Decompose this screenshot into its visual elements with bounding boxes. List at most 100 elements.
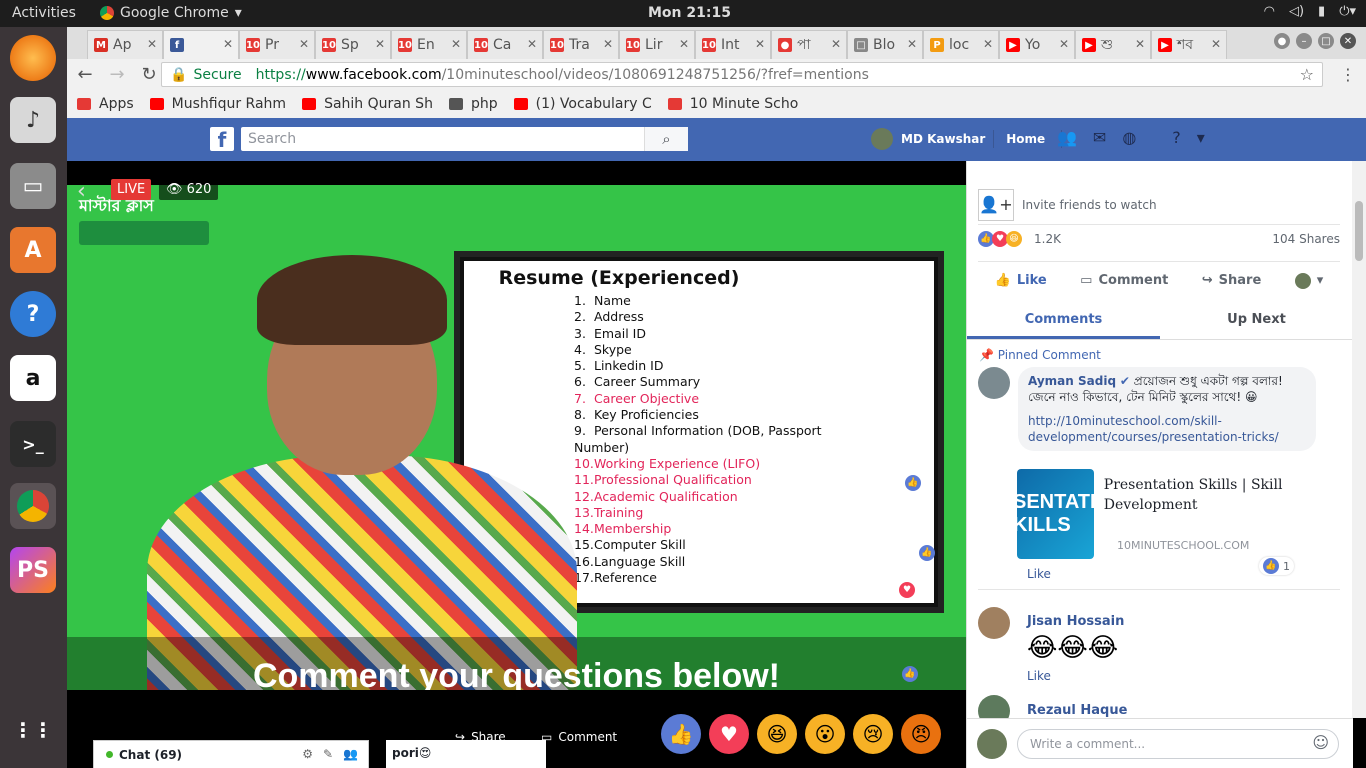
- help-icon[interactable]: ?: [10, 291, 56, 337]
- software-center-icon[interactable]: A: [10, 227, 56, 273]
- omnibox[interactable]: 🔒 Secure https:// www.facebook.com /10mi…: [161, 62, 1323, 87]
- tab-close-icon[interactable]: ✕: [1211, 37, 1221, 51]
- search-input[interactable]: Search: [241, 127, 688, 151]
- browser-tab[interactable]: ▶ Yo ✕: [999, 30, 1075, 59]
- browser-tab[interactable]: 10 Ca ✕: [467, 30, 543, 59]
- amazon-icon[interactable]: a: [10, 355, 56, 401]
- bookmark-item[interactable]: Sahih Quran Sh: [302, 96, 433, 112]
- add-friend-icon[interactable]: 👤+: [978, 188, 1014, 221]
- user-profile-link[interactable]: MD Kawshar Home: [871, 128, 1063, 150]
- forward-icon[interactable]: →: [103, 64, 131, 85]
- like-reaction-icon[interactable]: 👍: [661, 714, 701, 754]
- home-link[interactable]: Home: [1006, 132, 1045, 146]
- post-as-selector[interactable]: ▾: [1294, 272, 1323, 289]
- system-tray[interactable]: ◠ ◁) ▮ ⏻▾: [1264, 4, 1356, 19]
- minimize-icon[interactable]: –: [1296, 33, 1312, 49]
- commenter-name[interactable]: Jisan Hossain: [1027, 614, 1124, 629]
- show-apps-icon[interactable]: ⋮⋮: [10, 707, 56, 753]
- browser-tab[interactable]: ▶ শব ✕: [1151, 30, 1227, 59]
- bookmark-star-icon[interactable]: ☆: [1300, 65, 1314, 84]
- bookmark-item[interactable]: php: [448, 96, 498, 112]
- browser-tab[interactable]: f ✕: [163, 30, 239, 59]
- emoji-icon[interactable]: ☺: [1312, 733, 1329, 752]
- tab-close-icon[interactable]: ✕: [755, 37, 765, 51]
- commenter-name[interactable]: Ayman Sadiq: [1028, 374, 1116, 388]
- tab-up-next[interactable]: Up Next: [1160, 302, 1353, 339]
- rhythmbox-icon[interactable]: ♪: [10, 97, 56, 143]
- tab-close-icon[interactable]: ✕: [983, 37, 993, 51]
- firefox-icon[interactable]: [10, 35, 56, 81]
- close-icon[interactable]: ✕: [1340, 33, 1356, 49]
- browser-tab[interactable]: ● পা ✕: [771, 30, 847, 59]
- angry-reaction-icon[interactable]: 😠: [901, 714, 941, 754]
- tab-close-icon[interactable]: ✕: [603, 37, 613, 51]
- chat-bar[interactable]: Chat (69) ⚙ ✎ 👥: [93, 740, 369, 768]
- tab-close-icon[interactable]: ✕: [527, 37, 537, 51]
- tab-close-icon[interactable]: ✕: [375, 37, 385, 51]
- tab-close-icon[interactable]: ✕: [223, 37, 233, 51]
- new-tab-button[interactable]: [1227, 30, 1263, 59]
- invite-row[interactable]: 👤+ Invite friends to watch: [978, 185, 1340, 225]
- tab-comments[interactable]: Comments: [967, 302, 1160, 339]
- video-player[interactable]: Resume (Experienced) 1. Name 2. Address 3. Em…: [67, 161, 966, 768]
- comment-link[interactable]: http://10minuteschool.com/skill-developm…: [1028, 414, 1279, 444]
- terminal-icon[interactable]: >_: [10, 421, 56, 467]
- tab-close-icon[interactable]: ✕: [679, 37, 689, 51]
- bookmark-item[interactable]: (1) Vocabulary C: [513, 96, 652, 112]
- chat-tab-pori[interactable]: pori😍: [386, 740, 546, 768]
- browser-tab[interactable]: 10 Tra ✕: [543, 30, 619, 59]
- gear-icon[interactable]: ⚙: [302, 747, 313, 761]
- share-count[interactable]: 104 Shares: [1272, 232, 1340, 246]
- facebook-logo-icon[interactable]: f: [210, 127, 234, 152]
- tab-close-icon[interactable]: ✕: [299, 37, 309, 51]
- messenger-icon[interactable]: ✉: [1093, 128, 1106, 147]
- browser-tab[interactable]: Ploc ✕: [923, 30, 999, 59]
- comment-like-link[interactable]: Like: [1027, 567, 1051, 581]
- chrome-dock-icon[interactable]: [10, 483, 56, 529]
- tab-close-icon[interactable]: ✕: [451, 37, 461, 51]
- write-comment-input[interactable]: Write a comment...: [1017, 729, 1339, 759]
- scrollbar-thumb[interactable]: [1355, 201, 1363, 261]
- avatar[interactable]: [978, 367, 1010, 399]
- love-reaction-icon[interactable]: ♥: [709, 714, 749, 754]
- friend-requests-icon[interactable]: 👥: [1057, 128, 1077, 147]
- browser-tab[interactable]: M Ap ✕: [87, 30, 163, 59]
- tab-close-icon[interactable]: ✕: [1135, 37, 1145, 51]
- app-menu[interactable]: Google Chrome ▾: [100, 5, 242, 21]
- like-button[interactable]: 👍 Like: [995, 273, 1047, 288]
- browser-tab[interactable]: 10 Lir ✕: [619, 30, 695, 59]
- avatar[interactable]: [978, 607, 1010, 639]
- share-action-button[interactable]: ↪ Share: [1202, 273, 1262, 288]
- bookmark-item[interactable]: Apps: [77, 96, 134, 112]
- link-preview[interactable]: ESENTATIO SKILLS Presentation Skills | S…: [1017, 469, 1340, 559]
- comment-like-count[interactable]: 👍 1: [1259, 557, 1294, 575]
- tab-close-icon[interactable]: ✕: [831, 37, 841, 51]
- maximize-icon[interactable]: □: [1318, 33, 1334, 49]
- tab-close-icon[interactable]: ✕: [147, 37, 157, 51]
- back-icon[interactable]: ←: [71, 64, 99, 85]
- phpstorm-icon[interactable]: PS: [10, 547, 56, 593]
- clock[interactable]: Mon 21:15: [648, 5, 731, 21]
- chrome-menu-icon[interactable]: ⋮: [1340, 65, 1356, 84]
- browser-tab[interactable]: □ Blo ✕: [847, 30, 923, 59]
- back-arrow-icon[interactable]: ‹: [77, 179, 86, 204]
- reaction-count[interactable]: 1.2K: [1034, 232, 1061, 246]
- comment-button[interactable]: ▭ Comment: [541, 730, 617, 744]
- wow-reaction-icon[interactable]: 😮: [805, 714, 845, 754]
- sad-reaction-icon[interactable]: 😢: [853, 714, 893, 754]
- video-frame[interactable]: Resume (Experienced) 1. Name 2. Address 3. Em…: [67, 185, 966, 715]
- browser-tab[interactable]: 10 Pr ✕: [239, 30, 315, 59]
- browser-tab[interactable]: 10 En ✕: [391, 30, 467, 59]
- reload-icon[interactable]: ↻: [135, 64, 163, 85]
- chevron-down-icon[interactable]: ▾: [1197, 128, 1205, 147]
- tab-close-icon[interactable]: ✕: [1059, 37, 1069, 51]
- activities-button[interactable]: Activities: [12, 5, 76, 21]
- help-icon[interactable]: ?: [1172, 128, 1181, 147]
- browser-tab[interactable]: 10 Sp ✕: [315, 30, 391, 59]
- bookmark-item[interactable]: Mushfiqur Rahm: [149, 96, 286, 112]
- comment-action-button[interactable]: ▭ Comment: [1080, 273, 1168, 288]
- tab-close-icon[interactable]: ✕: [907, 37, 917, 51]
- compose-icon[interactable]: ✎: [323, 747, 333, 761]
- haha-reaction-icon[interactable]: 😆: [757, 714, 797, 754]
- files-icon[interactable]: ▭: [10, 163, 56, 209]
